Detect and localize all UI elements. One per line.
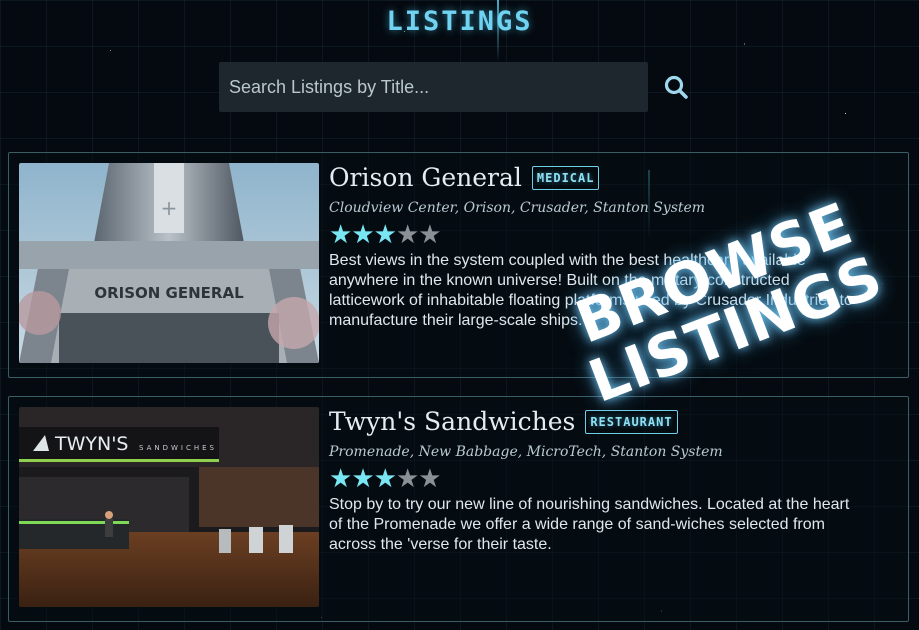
star-icon: ★ <box>373 219 397 249</box>
star-icon: ★ <box>418 463 441 493</box>
sign-text: TWYN'S <box>54 433 129 455</box>
listing-location: Cloudview Center, Orison, Crusader, Stan… <box>329 200 706 216</box>
star-icon: ★ <box>329 219 352 249</box>
listing-location: Promenade, New Babbage, MicroTech, Stant… <box>329 444 723 460</box>
search-bar <box>219 62 690 112</box>
listing-card[interactable]: + ORISON GENERAL Orison General MEDICAL … <box>8 152 909 378</box>
search-input[interactable] <box>219 62 648 112</box>
rating-stars: ★★★★★ <box>329 221 889 247</box>
listing-title[interactable]: Orison General <box>329 163 522 192</box>
listing-image-twyns-sandwiches[interactable]: TWYN'S SANDWICHES <box>19 407 319 607</box>
star-icon: ★ <box>418 219 441 249</box>
star-icon: ★ <box>395 219 419 249</box>
listing-title[interactable]: Twyn's Sandwiches <box>329 407 575 436</box>
listing-description: Best views in the system coupled with th… <box>329 252 853 329</box>
listing-info: Orison General MEDICAL Cloudview Center,… <box>329 163 889 331</box>
sign-subtext: SANDWICHES <box>139 444 217 452</box>
page-title: LISTINGS <box>386 6 533 37</box>
listing-description: Stop by to try our new line of nourishin… <box>329 496 850 553</box>
listing-image-orison-general[interactable]: + ORISON GENERAL <box>19 163 319 363</box>
svg-text:+: + <box>161 196 178 220</box>
sign-text: ORISON GENERAL <box>94 284 244 302</box>
star-icon: ★ <box>351 219 374 249</box>
listing-card[interactable]: TWYN'S SANDWICHES Twyn's Sandwiches REST… <box>8 396 909 622</box>
search-icon <box>664 75 688 99</box>
star-icon: ★ <box>395 463 419 493</box>
category-badge: RESTAURANT <box>585 409 678 434</box>
star-icon: ★ <box>373 463 397 493</box>
star-icon: ★ <box>329 463 352 493</box>
listing-info: Twyn's Sandwiches RESTAURANT Promenade, … <box>329 407 889 555</box>
search-button[interactable] <box>662 73 690 101</box>
rating-stars: ★★★★★ <box>329 465 889 491</box>
category-badge: MEDICAL <box>531 165 600 190</box>
star-icon: ★ <box>351 463 374 493</box>
